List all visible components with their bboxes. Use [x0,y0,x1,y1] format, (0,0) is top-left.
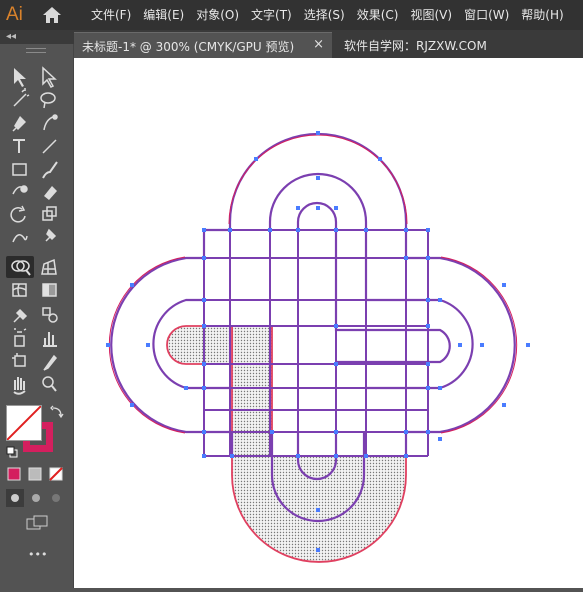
artwork-svg[interactable] [74,58,583,588]
warp-tool-icon[interactable] [12,234,28,243]
menu-window[interactable]: 窗口(W) [458,0,515,30]
gradient-tool-icon[interactable] [42,283,57,297]
artboard-tool-icon[interactable] [12,353,26,367]
more-tools-icon[interactable]: ••• [28,548,47,561]
line-tool-icon[interactable] [42,139,57,154]
tools-column [6,66,58,395]
menu-view[interactable]: 视图(V) [404,0,458,30]
rectangle-tool-icon[interactable] [12,163,27,176]
menu-object[interactable]: 对象(O) [190,0,245,30]
slice-tool-icon[interactable] [43,354,58,371]
eyedropper-tool-icon[interactable] [13,308,28,323]
collapse-panel-icon[interactable]: ◂◂ [6,31,16,42]
color-mode-buttons [7,467,63,481]
direct-selection-tool-icon[interactable] [42,66,57,88]
symbol-sprayer-icon[interactable] [14,328,27,347]
fill-swatch[interactable] [6,405,42,441]
panel-grip-icon[interactable] [26,48,46,53]
home-icon[interactable] [42,6,62,24]
pen-tool-icon[interactable] [12,116,26,132]
tab-document-active[interactable]: 未标题-1* @ 300% (CMYK/GPU 预览) × [74,32,332,59]
curvature-tool-icon[interactable] [43,114,58,131]
app-logo: Ai [6,4,23,25]
selection-tool-icon[interactable] [14,68,26,87]
blend-tool-icon[interactable] [42,307,58,323]
draw-inside-icon[interactable] [52,494,60,502]
close-tab-icon[interactable]: × [313,37,324,52]
swap-fill-stroke-icon[interactable] [50,405,64,419]
draw-behind-icon[interactable] [32,494,40,502]
menu-edit[interactable]: 编辑(E) [137,0,190,30]
default-fill-stroke-icon[interactable] [6,446,18,458]
screen-mode-icon[interactable] [26,515,50,531]
eraser-tool-icon[interactable] [44,186,57,200]
magic-wand-icon[interactable] [13,88,30,107]
menu-select[interactable]: 选择(S) [298,0,351,30]
rotate-tool-icon[interactable] [10,205,26,223]
menu-help[interactable]: 帮助(H) [515,0,569,30]
pin-tool-icon[interactable] [45,228,57,242]
menu-effect[interactable]: 效果(C) [351,0,405,30]
no-fill-slash-icon [6,405,42,441]
color-button-icon[interactable] [7,467,21,481]
main-menu: 文件(F) 编辑(E) 对象(O) 文字(T) 选择(S) 效果(C) 视图(V… [85,0,570,30]
zoom-tool-icon[interactable] [42,376,57,392]
mesh-tool-icon[interactable] [12,283,27,297]
perspective-grid-icon[interactable] [41,258,57,275]
menu-bar: Ai 文件(F) 编辑(E) 对象(O) 文字(T) 选择(S) 效果(C) 视… [0,0,583,30]
gradient-button-icon[interactable] [28,467,42,481]
tab-document-title: 未标题-1* @ 300% (CMYK/GPU 预览) [82,40,295,54]
shaper-tool-icon[interactable] [12,185,28,195]
paintbrush-tool-icon[interactable] [42,161,58,179]
scale-tool-icon[interactable] [42,206,57,221]
column-graph-icon[interactable] [43,332,57,347]
type-tool-icon[interactable] [13,139,25,153]
tab-document-other[interactable]: 软件自学网：RJZXW.COM [344,37,487,54]
none-button-icon[interactable] [49,467,63,481]
menu-file[interactable]: 文件(F) [85,0,137,30]
draw-mode-buttons [6,489,60,507]
lasso-icon[interactable] [40,92,56,109]
artboard-canvas[interactable] [74,58,583,588]
hand-tool-icon[interactable] [13,377,26,395]
menu-type[interactable]: 文字(T) [245,0,298,30]
